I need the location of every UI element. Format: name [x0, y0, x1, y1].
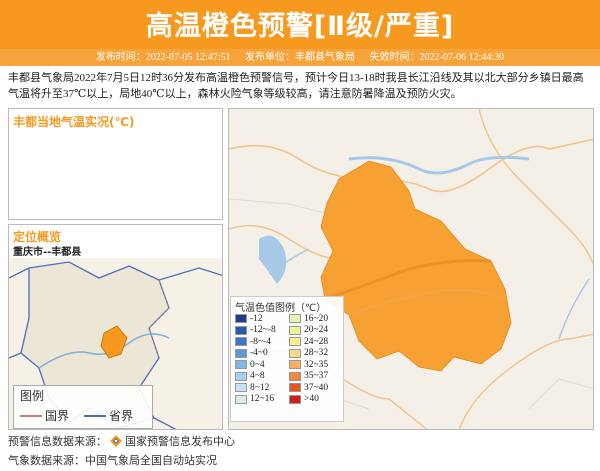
legend-col-left: -12 -12~-8 -8~-4 -4~0 0~4 4~8 8~12 12~16: [235, 313, 276, 405]
legend-swatch: [235, 337, 247, 347]
national-border-line: [20, 414, 42, 417]
overview-legend-title: 图例: [20, 389, 45, 403]
legend-label: 37~40: [304, 382, 329, 393]
publisher: 发布单位：丰都县气象局: [245, 52, 355, 63]
legend-row: 0~4: [235, 359, 276, 371]
expire-time: 失效时间：2022-07-06 12:44:30: [369, 52, 505, 63]
legend-label: 16~20: [304, 313, 329, 324]
national-border-label: 国界: [45, 409, 70, 423]
legend-label: 12~16: [250, 394, 275, 405]
legend-title: 气温色值图例（℃）: [235, 303, 327, 314]
legend-row: -8~-4: [235, 336, 276, 348]
legend-label: 4~8: [250, 371, 265, 382]
legend-label: -12~-8: [250, 325, 276, 336]
weather-source: 气象数据来源：中国气象局全国自动站实况: [8, 452, 217, 468]
overview-legend: 图例 国界 省界: [13, 385, 153, 429]
legend-row: 37~40: [289, 382, 328, 394]
legend-row: 8~12: [235, 382, 276, 394]
legend-row: 4~8: [235, 371, 276, 383]
legend-swatch: [289, 360, 301, 370]
legend-label: -12: [250, 313, 263, 324]
header-banner: 高温橙色预警[Ⅱ级/严重] 发布时间：2022-07-05 12:47:51 发…: [0, 0, 600, 66]
province-border-line: [84, 414, 106, 417]
location-panel: 定位概览 重庆市--丰都县 图例 国界 省界: [8, 224, 223, 430]
warning-source-org[interactable]: 国家预警信息发布中心: [125, 433, 235, 449]
legend-swatch: [235, 314, 247, 324]
location-subtitle: 重庆市--丰都县: [13, 247, 82, 258]
legend-label: 28~32: [304, 348, 329, 359]
legend-label: 20~24: [304, 325, 329, 336]
legend-label: 8~12: [250, 382, 270, 393]
legend-row: 24~28: [289, 336, 328, 348]
legend-row: 28~32: [289, 348, 328, 360]
legend-label: 0~4: [250, 359, 265, 370]
legend-label: -4~0: [250, 348, 268, 359]
legend-swatch: [235, 394, 247, 404]
meta-bar: 发布时间：2022-07-05 12:47:51 发布单位：丰都县气象局 失效时…: [0, 49, 600, 66]
legend-row: 32~35: [289, 359, 328, 371]
legend-row: 35~37: [289, 371, 328, 383]
weather-source-text: 气象数据来源：中国气象局全国自动站实况: [8, 455, 217, 467]
legend-swatch: [289, 348, 301, 358]
legend-row: -4~0: [235, 348, 276, 360]
legend-label: 24~28: [304, 336, 329, 347]
legend-swatch: [235, 383, 247, 393]
legend-row: -12: [235, 313, 276, 325]
legend-label: 32~35: [304, 359, 329, 370]
legend-swatch: [235, 348, 247, 358]
legend-swatch: [289, 337, 301, 347]
publish-time: 发布时间：2022-07-05 12:47:51: [95, 52, 231, 63]
legend-row: >40: [289, 394, 328, 406]
temperature-panel: 丰都当地气温实况(℃): [8, 108, 223, 220]
temperature-panel-title: 丰都当地气温实况(℃): [13, 115, 135, 129]
legend-swatch: [235, 371, 247, 381]
legend-label: -8~-4: [250, 336, 271, 347]
warning-center-logo-icon: [110, 435, 122, 447]
legend-swatch: [289, 325, 301, 335]
legend-row: 20~24: [289, 325, 328, 337]
legend-swatch: [235, 360, 247, 370]
legend-row: 12~16: [235, 394, 276, 406]
warning-source-label: 预警信息数据来源：: [8, 436, 107, 448]
legend-national-border: 国界: [20, 407, 69, 424]
legend-label: >40: [304, 394, 319, 405]
legend-province-border: 省界: [84, 407, 133, 424]
legend-swatch: [235, 325, 247, 335]
legend-swatch: [289, 314, 301, 324]
province-border-label: 省界: [109, 409, 134, 423]
legend-swatch: [289, 383, 301, 393]
temperature-color-legend: 气温色值图例（℃） -12 -12~-8 -8~-4 -4~0 0~4 4~8 …: [230, 296, 344, 422]
legend-swatch: [289, 394, 301, 404]
legend-row: -12~-8: [235, 325, 276, 337]
warning-source: 预警信息数据来源： 国家预警信息发布中心: [8, 433, 235, 449]
legend-swatch: [289, 371, 301, 381]
warning-description: 丰都县气象局2022年7月5日12时36分发布高温橙色预警信号，预计今日13-1…: [8, 72, 584, 100]
legend-row: 16~20: [289, 313, 328, 325]
warning-title: 高温橙色预警[Ⅱ级/严重]: [145, 11, 455, 42]
legend-col-right: 16~20 20~24 24~28 28~32 32~35 35~37 37~4…: [289, 313, 328, 405]
legend-label: 35~37: [304, 371, 329, 382]
